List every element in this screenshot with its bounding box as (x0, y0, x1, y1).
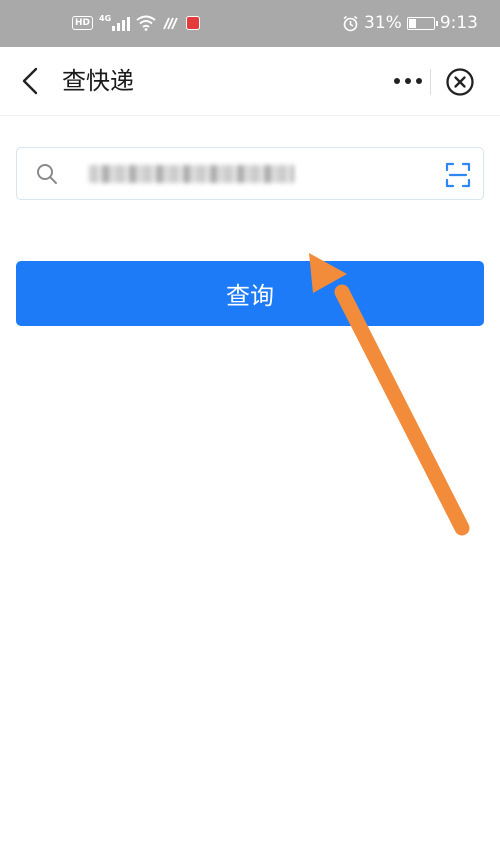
redacted-tracking-number (89, 165, 294, 183)
header-divider (430, 69, 431, 95)
annotation-arrow (309, 253, 470, 536)
network-type: 4G (99, 14, 112, 23)
alarm-icon (343, 15, 358, 31)
close-button[interactable] (444, 66, 476, 98)
query-button-label: 查询 (226, 282, 274, 310)
battery-icon (406, 16, 438, 30)
search-box (16, 147, 484, 200)
app-header: 查快递 (0, 47, 500, 116)
status-left: HD 4G (72, 12, 201, 34)
scan-icon[interactable] (445, 162, 471, 188)
back-button[interactable] (14, 63, 50, 99)
hd-badge: HD (72, 16, 94, 30)
signal-icon: 4G (99, 14, 131, 31)
chevron-left-icon (22, 67, 38, 95)
battery-level (408, 18, 416, 28)
status-right: 31% 9:13 (342, 12, 478, 34)
page-title: 查快递 (62, 67, 134, 95)
clock-time: 9:13 (439, 13, 478, 33)
wifi-icon (136, 15, 156, 31)
battery-percent: 31% (364, 13, 402, 33)
status-bar: HD 4G 31% 9:13 (0, 0, 500, 47)
close-circle-icon (446, 68, 474, 96)
screen: HD 4G 31% 9:13 查快递 查询 (0, 0, 500, 856)
nfc-signal-icon (163, 17, 178, 30)
search-icon (37, 164, 57, 184)
more-button[interactable] (388, 65, 428, 97)
more-dots-icon (394, 78, 422, 84)
notification-app-icon (186, 16, 201, 30)
query-button[interactable]: 查询 (16, 261, 484, 326)
